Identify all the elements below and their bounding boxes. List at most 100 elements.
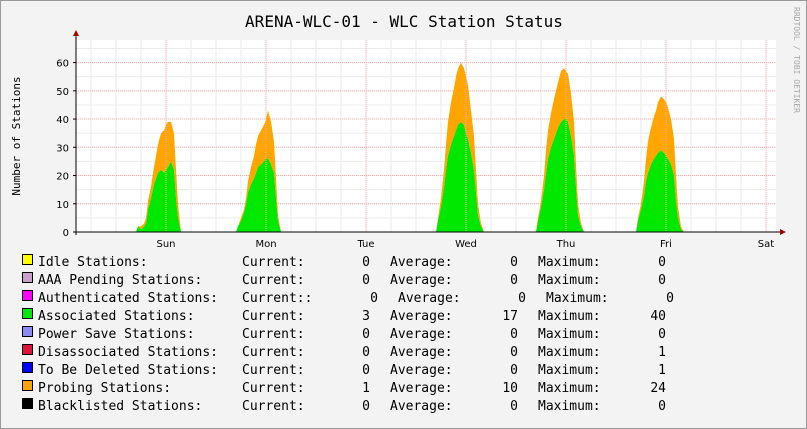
watermark: RRDTOOL / TOBI OETIKER bbox=[792, 7, 801, 113]
legend-maximum-value: 40 bbox=[650, 309, 666, 324]
legend-maximum-label: Maximum: bbox=[538, 399, 601, 414]
legend-maximum-label: Maximum: bbox=[538, 345, 601, 360]
legend-current-value: 0 bbox=[362, 273, 370, 288]
legend-maximum-label: Maximum: bbox=[546, 291, 609, 306]
legend-current-label: Current: bbox=[242, 309, 305, 324]
legend-name: AAA Pending Stations: bbox=[38, 273, 203, 288]
legend-name: Authenticated Stations: bbox=[38, 291, 219, 306]
x-axis-arrow bbox=[780, 229, 786, 235]
legend-average-label: Average: bbox=[390, 255, 453, 270]
legend-swatch bbox=[22, 290, 33, 301]
legend-swatch bbox=[22, 254, 33, 265]
legend-swatch bbox=[22, 308, 33, 319]
legend-row: To Be Deleted Stations: Current: 0 Average:… bbox=[0, 362, 807, 380]
legend-row: Power Save Stations: Current: 0 Average: 0 Ma… bbox=[0, 326, 807, 344]
y-tick-label: 40 bbox=[56, 115, 69, 126]
legend-average-value: 0 bbox=[510, 255, 518, 270]
legend-maximum-label: Maximum: bbox=[538, 309, 601, 324]
legend-average-value: 0 bbox=[510, 345, 518, 360]
legend-name: To Be Deleted Stations: bbox=[38, 363, 219, 378]
y-tick-label: 30 bbox=[56, 143, 69, 154]
chart-title: ARENA-WLC-01 - WLC Station Status bbox=[245, 12, 563, 31]
legend-current-label: Current: bbox=[242, 327, 305, 342]
legend-current-label: Current: bbox=[242, 345, 305, 360]
legend-current-value: 3 bbox=[362, 309, 370, 324]
x-tick-label: Fri bbox=[660, 239, 672, 250]
legend-current-label: Current: bbox=[242, 273, 305, 288]
legend-average-label: Average: bbox=[390, 363, 453, 378]
legend-swatch bbox=[22, 362, 33, 373]
x-tick-label: Mon bbox=[255, 239, 276, 250]
legend-current-value: 0 bbox=[362, 399, 370, 414]
legend-current-label: Current: bbox=[242, 255, 305, 270]
legend-average-label: Average: bbox=[390, 345, 453, 360]
y-tick-label: 20 bbox=[56, 172, 69, 183]
legend-current-label: Current: bbox=[242, 381, 305, 396]
legend-maximum-value: 0 bbox=[658, 327, 666, 342]
station-status-chart: 0 10 20 30 40 50 60 Sun Mon Tue Wed Thu Fri Sat ARENA-… bbox=[10, 7, 801, 250]
x-tick-label: Sat bbox=[758, 239, 774, 250]
legend-average-label: Average: bbox=[398, 291, 461, 306]
legend-maximum-label: Maximum: bbox=[538, 255, 601, 270]
legend-average-label: Average: bbox=[390, 327, 453, 342]
y-tick-label: 10 bbox=[56, 200, 69, 211]
legend-swatch bbox=[22, 380, 33, 391]
legend-current-label: Current:: bbox=[242, 291, 313, 306]
legend-maximum-value: 0 bbox=[658, 399, 666, 414]
x-tick-label: Thu bbox=[556, 239, 576, 250]
y-tick-label: 50 bbox=[56, 87, 69, 98]
legend-name: Power Save Stations: bbox=[38, 327, 195, 342]
legend-maximum-value: 1 bbox=[658, 345, 666, 360]
legend-name: Associated Stations: bbox=[38, 309, 195, 324]
legend-current-value: 0 bbox=[362, 327, 370, 342]
legend-average-value: 10 bbox=[502, 381, 518, 396]
y-axis-arrow bbox=[73, 30, 79, 36]
legend-swatch bbox=[22, 398, 33, 409]
legend-swatch bbox=[22, 344, 33, 355]
legend-row: Idle Stations: Current: 0 Average: 0 Maximum:… bbox=[0, 254, 807, 272]
legend-current-value: 0 bbox=[362, 363, 370, 378]
legend-average-label: Average: bbox=[390, 381, 453, 396]
legend-row: Disassociated Stations: Current: 0 Average:… bbox=[0, 344, 807, 362]
legend-current-value: 0 bbox=[362, 255, 370, 270]
legend-row: Probing Stations: Current: 1 Average: 10 Maxi… bbox=[0, 380, 807, 398]
legend-current-value: 0 bbox=[370, 291, 378, 306]
legend-current-value: 0 bbox=[362, 345, 370, 360]
legend-maximum-label: Maximum: bbox=[538, 327, 601, 342]
y-tick-label: 60 bbox=[56, 59, 69, 70]
legend-average-value: 0 bbox=[510, 363, 518, 378]
legend-swatch bbox=[22, 272, 33, 283]
legend-name: Disassociated Stations: bbox=[38, 345, 219, 360]
y-tick-label: 0 bbox=[63, 228, 69, 239]
legend-average-label: Average: bbox=[390, 309, 453, 324]
legend-row: Authenticated Stations: Current:: 0 Average… bbox=[0, 290, 807, 308]
legend-maximum-value: 0 bbox=[658, 273, 666, 288]
legend-row: AAA Pending Stations: Current: 0 Average: 0 M… bbox=[0, 272, 807, 290]
legend-average-value: 17 bbox=[502, 309, 518, 324]
legend-maximum-label: Maximum: bbox=[538, 363, 601, 378]
legend-current-label: Current: bbox=[242, 363, 305, 378]
legend-maximum-value: 1 bbox=[658, 363, 666, 378]
legend-name: Probing Stations: bbox=[38, 381, 172, 396]
x-tick-label: Wed bbox=[455, 239, 477, 250]
x-tick-label: Sun bbox=[156, 239, 175, 250]
legend-swatch bbox=[22, 326, 33, 337]
legend-maximum-value: 24 bbox=[650, 381, 666, 396]
legend-row: Blacklisted Stations: Current: 0 Average: 0 M… bbox=[0, 398, 807, 416]
legend-maximum-label: Maximum: bbox=[538, 381, 601, 396]
legend-maximum-label: Maximum: bbox=[538, 273, 601, 288]
legend-maximum-value: 0 bbox=[666, 291, 674, 306]
legend-current-label: Current: bbox=[242, 399, 305, 414]
legend-average-value: 0 bbox=[518, 291, 526, 306]
legend-maximum-value: 0 bbox=[658, 255, 666, 270]
legend-average-value: 0 bbox=[510, 399, 518, 414]
legend-average-value: 0 bbox=[510, 327, 518, 342]
legend-name: Blacklisted Stations: bbox=[38, 399, 203, 414]
legend-name: Idle Stations: bbox=[38, 255, 148, 270]
x-tick-label: Tue bbox=[356, 239, 374, 250]
legend-average-value: 0 bbox=[510, 273, 518, 288]
legend-row: Associated Stations: Current: 3 Average: 17 M… bbox=[0, 308, 807, 326]
y-axis-label: Number of Stations bbox=[10, 76, 23, 195]
legend-average-label: Average: bbox=[390, 273, 453, 288]
legend-average-label: Average: bbox=[390, 399, 453, 414]
